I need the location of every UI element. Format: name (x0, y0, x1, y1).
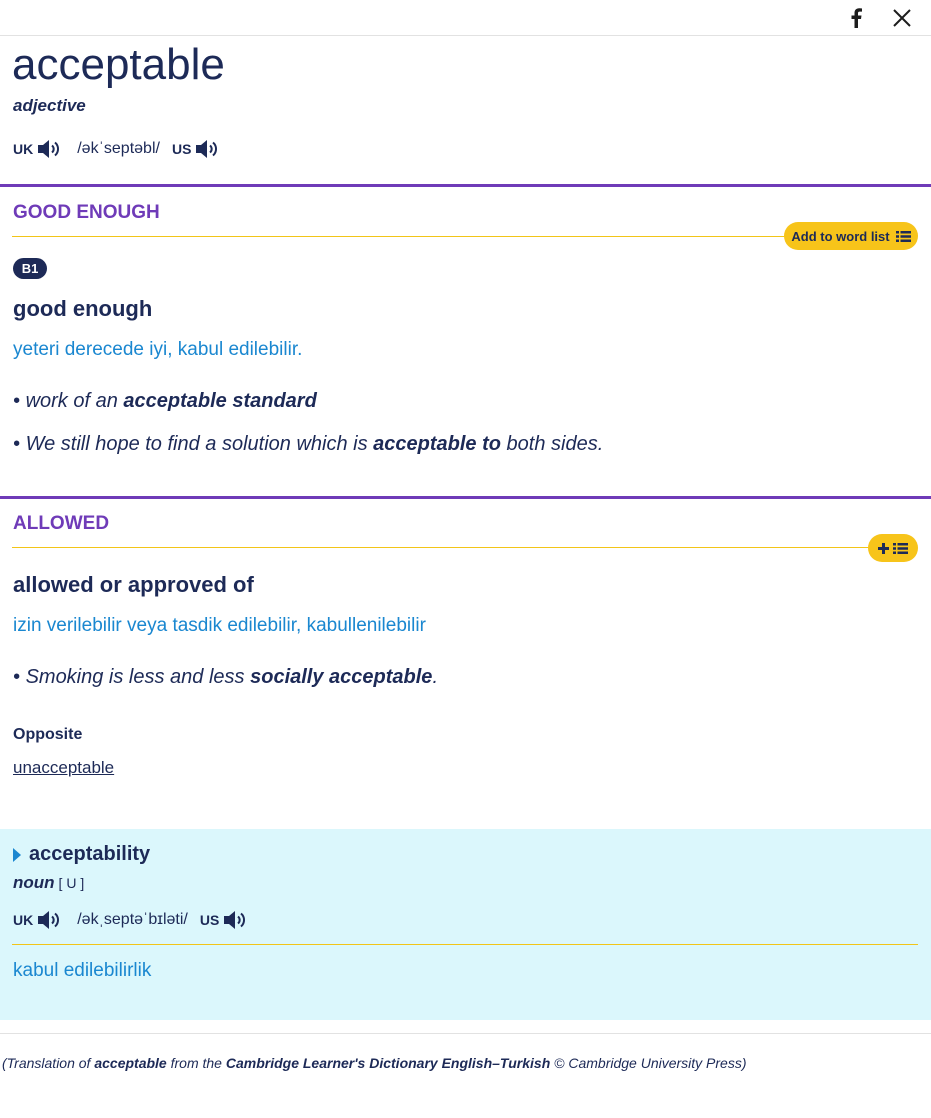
top-bar (0, 0, 931, 36)
sense-underline (12, 547, 872, 548)
level-badge: B1 (13, 258, 47, 279)
sense-title-allowed: ALLOWED (13, 513, 110, 534)
us-audio-button[interactable] (223, 909, 247, 931)
uk-label: UK (13, 141, 34, 157)
speaker-icon (196, 140, 218, 158)
translation: yeteri derecede iyi, kabul edilebilir. (13, 339, 303, 360)
example-collocation: socially acceptable (250, 666, 433, 688)
translation-credit: (Translation of acceptable from the Camb… (2, 1055, 747, 1071)
us-label: US (171, 141, 192, 157)
example-sentence: • Smoking is less and less socially acce… (13, 666, 438, 688)
part-of-speech: adjective (13, 96, 86, 115)
credit-text: from the (166, 1055, 226, 1071)
runon-pos-label: noun (13, 873, 55, 892)
uk-label: UK (13, 912, 34, 928)
credit-dictionary: Cambridge Learner's Dictionary English–T… (225, 1055, 551, 1071)
credit-text: (Translation of (2, 1055, 95, 1071)
headword: acceptable (12, 40, 225, 89)
sense-divider (0, 496, 931, 499)
example-collocation: acceptable standard (123, 390, 317, 412)
example-collocation: acceptable to (373, 433, 501, 455)
x-share-button[interactable] (890, 6, 914, 30)
speaker-icon (224, 911, 246, 929)
add-to-word-list-button[interactable]: Add to word list (784, 222, 918, 250)
runon-underline (12, 944, 918, 945)
translation: izin verilebilir veya tasdik edilebilir,… (13, 615, 426, 636)
ipa-transcription: /əkˈseptəbl/ (77, 140, 160, 157)
example-text: both sides. (500, 433, 604, 455)
ipa-transcription: /əkˌseptəˈbɪləti/ (77, 911, 188, 928)
add-to-word-list-label: Add to word list (791, 228, 890, 244)
opposite-word-link[interactable]: unacceptable (13, 758, 114, 778)
x-icon (893, 9, 911, 27)
us-label: US (199, 912, 220, 928)
example-text: work of an (25, 390, 124, 412)
grammar-code: [ U ] (58, 875, 85, 891)
speaker-icon (38, 140, 60, 158)
credit-text: © Cambridge University Press) (550, 1055, 747, 1071)
runon-part-of-speech: noun[ U ] (13, 873, 84, 893)
add-to-word-list-button[interactable] (868, 534, 918, 562)
example-text: . (432, 666, 438, 688)
facebook-share-button[interactable] (846, 6, 866, 30)
pronunciation-row: UK /əkˌseptəˈbɪləti/ US (13, 909, 247, 931)
sense-title-good-enough: GOOD ENOUGH (13, 202, 160, 223)
speaker-icon (38, 911, 60, 929)
example-text: We still hope to find a solution which i… (25, 433, 374, 455)
example-text: Smoking is less and less (25, 666, 251, 688)
uk-audio-button[interactable] (37, 138, 61, 160)
definition: good enough (13, 296, 153, 321)
runon-toggle[interactable]: acceptability (13, 843, 150, 866)
us-audio-button[interactable] (195, 138, 219, 160)
example-sentence: • We still hope to find a solution which… (13, 433, 604, 455)
opposite-label: Opposite (13, 726, 83, 743)
footer-divider (0, 1033, 931, 1034)
sense-divider (0, 184, 931, 187)
list-icon (893, 542, 908, 554)
triangle-right-icon (13, 847, 21, 862)
sense-underline (12, 236, 792, 237)
credit-word: acceptable (94, 1055, 167, 1071)
runon-headword: acceptability (29, 843, 151, 865)
plus-icon (878, 542, 889, 554)
list-icon (895, 230, 911, 242)
uk-audio-button[interactable] (37, 909, 61, 931)
runon-translation: kabul edilebilirlik (13, 960, 152, 981)
definition: allowed or approved of (13, 572, 254, 597)
facebook-icon (851, 8, 862, 28)
pronunciation-row: UK /əkˈseptəbl/ US (13, 138, 219, 160)
example-sentence: • work of an acceptable standard (13, 390, 317, 412)
